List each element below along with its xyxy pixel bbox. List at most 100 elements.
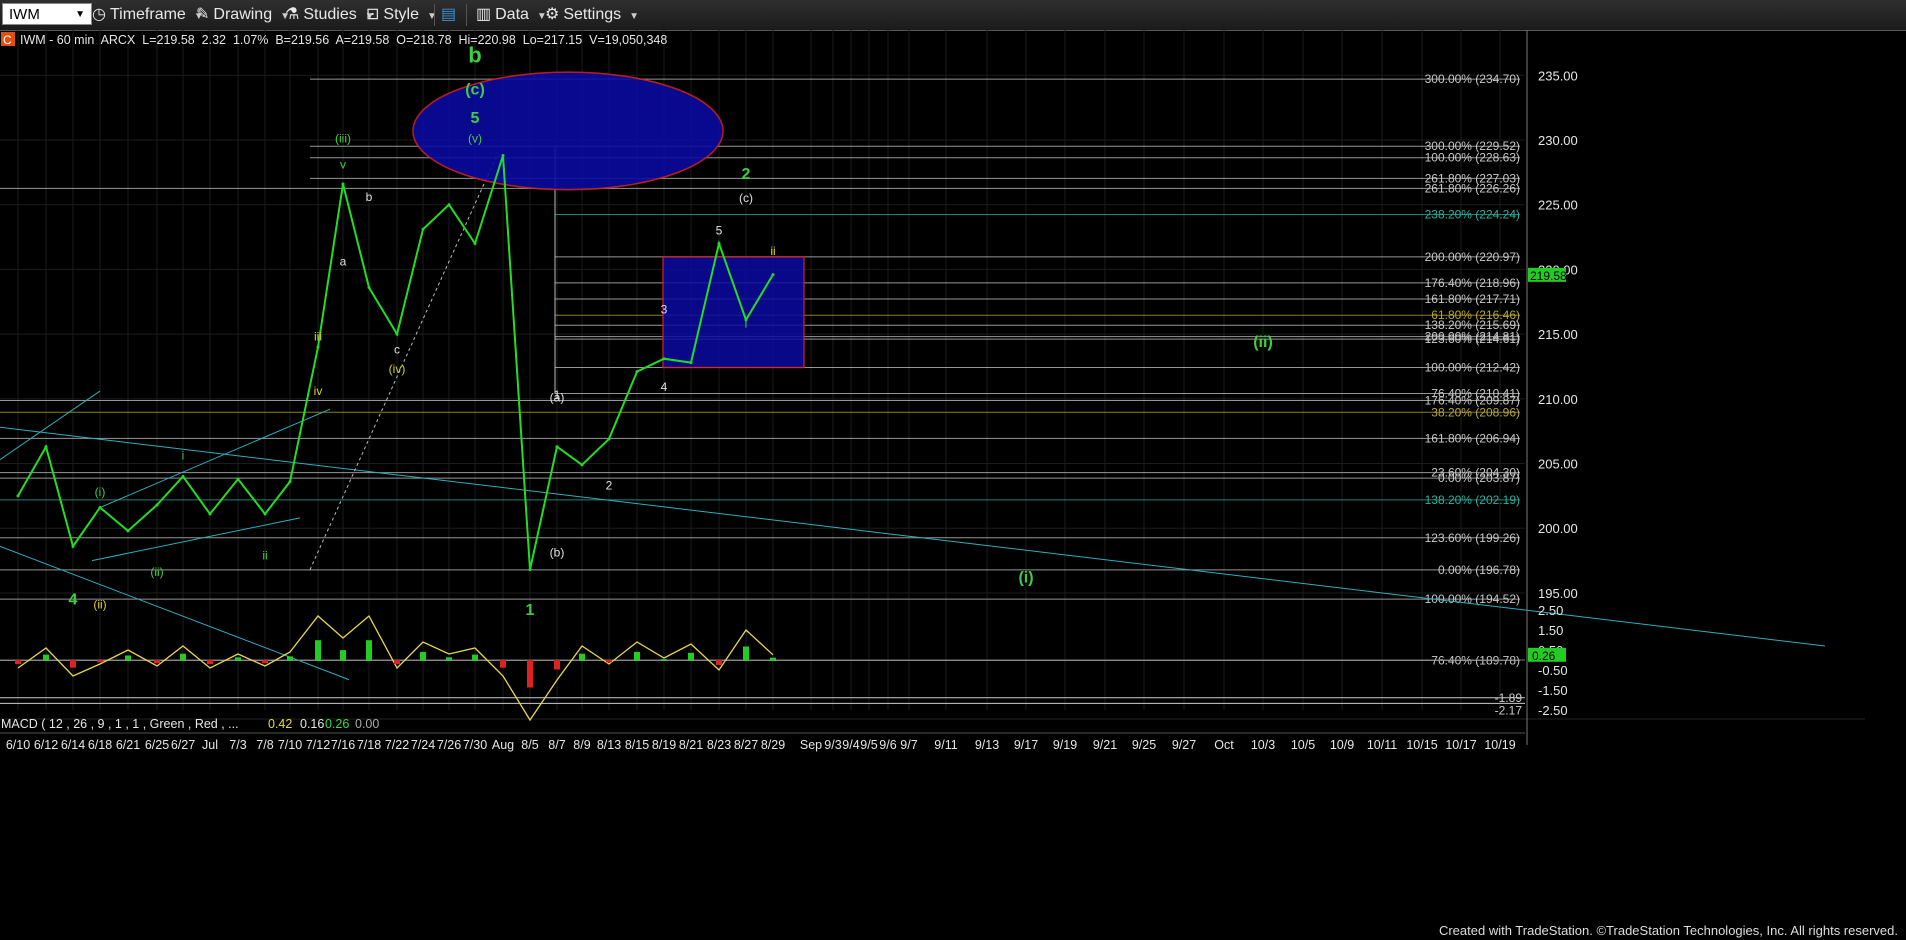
wave-label: (c) (739, 191, 753, 205)
price-point (421, 227, 425, 231)
axis-tick-label: 7/10 (278, 738, 302, 752)
price-point (580, 463, 584, 467)
studies-menu[interactable]: ⚗ Studies ▼ (285, 4, 375, 26)
timeframe-menu[interactable]: ◷ Timeframe ▼ (92, 4, 204, 26)
style-menu[interactable]: ⊡ Style ▼ (366, 4, 437, 26)
wave-label: 2 (606, 478, 613, 492)
wave-label: iii (314, 330, 322, 344)
fib-label: 238.20% (224.24) (1425, 208, 1520, 222)
wave-label: iv (314, 384, 323, 398)
macd-axis-label: 2.50 (1538, 603, 1563, 618)
fib-label: 138.20% (202.19) (1425, 493, 1520, 507)
macd-histogram-bar (394, 660, 400, 665)
axis-tick-label: 8/23 (707, 738, 731, 752)
wave-label: (i) (95, 485, 106, 499)
price-point (367, 286, 371, 290)
macd-histogram-bar (366, 640, 372, 661)
price-chart[interactable]: 300.00% (234.70)300.00% (229.52)100.00% … (0, 30, 1906, 940)
price-point (555, 445, 559, 449)
axis-tick-label: 7/16 (331, 738, 355, 752)
macd-histogram-bar (606, 660, 612, 663)
wave-label: (iii) (335, 132, 351, 146)
time-axis[interactable]: 6/10 6/12 6/14 6/18 6/21 6/25 6/27 Jul 7/3 7/8 7/1… (0, 732, 1525, 752)
symbol-input[interactable]: IWM ▼ (2, 3, 92, 25)
macd-histogram-bar (340, 650, 346, 661)
price-point (126, 529, 130, 533)
wave-label: 5 (716, 223, 723, 237)
macd-histogram-bar (554, 660, 560, 670)
macd-histogram-bar (262, 660, 268, 664)
target-box (662, 256, 805, 369)
axis-tick-label: 7/24 (411, 738, 435, 752)
axis-tick-label: 9/11 (934, 738, 957, 752)
channel-line (91, 517, 301, 562)
wave-label: (ii) (93, 597, 106, 611)
macd-level-label: -2.17 (1495, 703, 1523, 717)
macd-histogram-bar (235, 657, 241, 661)
axis-tick-label: 195.00 (1538, 586, 1578, 601)
price-point (689, 361, 693, 365)
price-point (501, 154, 505, 158)
macd-histogram-bar (180, 653, 186, 661)
axis-tick-label: 8/21 (679, 738, 703, 752)
gear-icon: ⚙ (545, 6, 560, 23)
fib-label: 123.60% (214.61) (1425, 332, 1520, 346)
axis-tick-label: 9/13 (975, 738, 999, 752)
macd-histogram-bar (688, 652, 694, 661)
macd-histogram-bar (97, 660, 103, 663)
price-point (71, 544, 75, 548)
drawing-menu[interactable]: ✎ Drawing ▼ (196, 4, 290, 26)
settings-menu[interactable]: ⚙ Settings ▼ (545, 4, 639, 26)
axis-tick-label: 9/25 (1132, 738, 1156, 752)
axis-tick-label: 7/26 (437, 738, 461, 752)
macd-histogram-bar (43, 654, 49, 661)
price-point (316, 345, 320, 349)
axis-tick-label: 225.00 (1538, 198, 1578, 213)
fib-label: 100.00% (228.63) (1425, 151, 1520, 165)
axis-tick-label: 235.00 (1538, 68, 1578, 83)
fib-label: 161.80% (217.71) (1425, 292, 1520, 306)
data-label: Data (495, 6, 529, 23)
axis-tick-label: 230.00 (1538, 133, 1578, 148)
price-point (16, 494, 20, 498)
fib-label: 176.40% (218.96) (1425, 276, 1520, 290)
wave-label: 4 (69, 592, 78, 609)
axis-tick-label: 8/9 (573, 738, 590, 752)
axis-tick-label: 6/21 (116, 738, 140, 752)
clock-icon: ◷ (92, 6, 106, 23)
axis-tick-label: 7/12 (306, 738, 330, 752)
timeframe-label: Timeframe (109, 6, 186, 23)
chevron-down-icon: ▼ (426, 11, 437, 22)
macd-histogram-bar (315, 640, 321, 661)
price-point (288, 480, 292, 484)
axis-tick-label: 9/17 (1014, 738, 1038, 752)
fib-label: 200.00% (220.97) (1425, 250, 1520, 264)
axis-tick-label: 9/4 (842, 738, 859, 752)
price-point (208, 512, 212, 516)
wave-label: 3 (661, 302, 668, 316)
layout-icon[interactable]: ▤ (441, 4, 456, 26)
fib-label: 300.00% (234.70) (1425, 72, 1520, 86)
axis-tick-label: 10/5 (1291, 738, 1315, 752)
price-point (98, 506, 102, 510)
macd-value-label: 0.26 (1532, 649, 1556, 663)
price-point (236, 477, 240, 481)
data-menu[interactable]: ▥ Data ▼ (476, 4, 547, 26)
drawing-label: Drawing (213, 6, 273, 23)
wave-label: ii (262, 548, 267, 562)
style-icon: ⊡ (366, 6, 380, 23)
price-point (44, 445, 48, 449)
toolbar-divider (434, 4, 435, 26)
fib-label: 100.00% (212.42) (1425, 361, 1520, 375)
axis-tick-label: 8/15 (625, 738, 649, 752)
macd-axis-label: 1.50 (1538, 623, 1563, 638)
price-point (395, 332, 399, 336)
macd-avg-value: 0.16 (300, 717, 324, 731)
axis-tick-label: 9/5 (860, 738, 877, 752)
axis-tick-label: 7/3 (229, 738, 246, 752)
axis-tick-label: 6/10 (6, 738, 30, 752)
axis-tick-label: 10/17 (1445, 738, 1476, 752)
macd-histogram-bar (15, 660, 21, 665)
macd-histogram-bar (743, 646, 749, 661)
macd-label: MACD ( 12 , 26 , 9 , 1 , 1 , Green , Red… (1, 717, 239, 731)
